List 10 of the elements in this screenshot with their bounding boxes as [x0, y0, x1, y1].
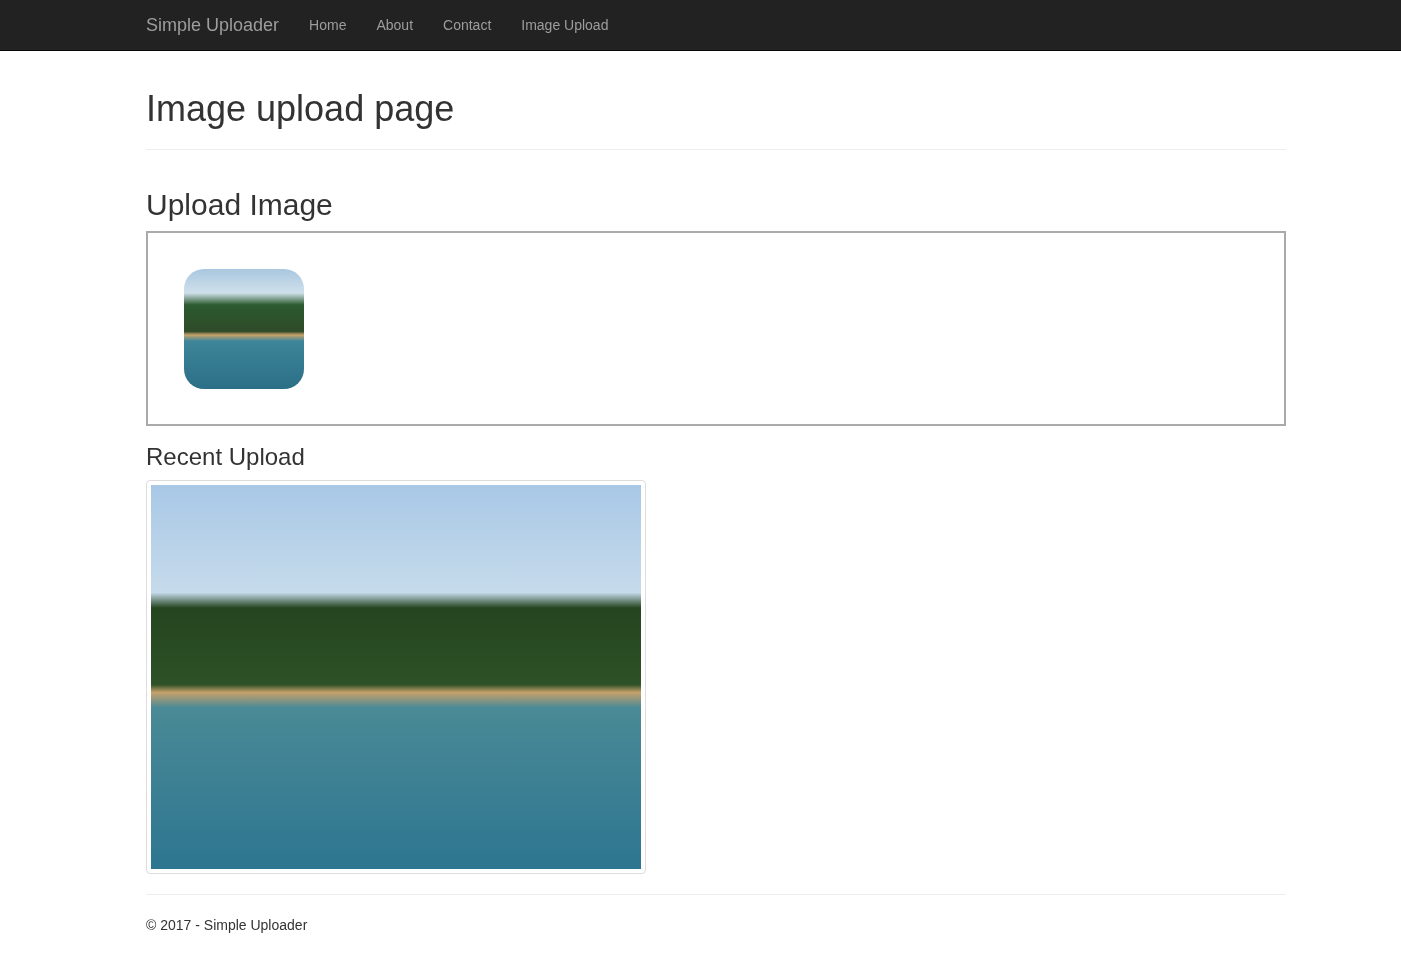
nav-link[interactable]: About — [376, 14, 414, 36]
nav-link[interactable]: Home — [309, 14, 347, 36]
section-heading: Upload Image — [146, 187, 334, 221]
page-title: Image upload page — [146, 89, 456, 129]
nav-link[interactable]: Image Upload — [521, 14, 609, 36]
upload-dropzone[interactable] — [146, 230, 1286, 426]
nav-link[interactable]: Contact — [443, 14, 492, 36]
footer-text: © 2017 - Simple Uploader — [146, 917, 308, 933]
brand-link[interactable]: Simple Uploader — [146, 11, 280, 39]
section-heading: Recent Upload — [146, 443, 306, 470]
